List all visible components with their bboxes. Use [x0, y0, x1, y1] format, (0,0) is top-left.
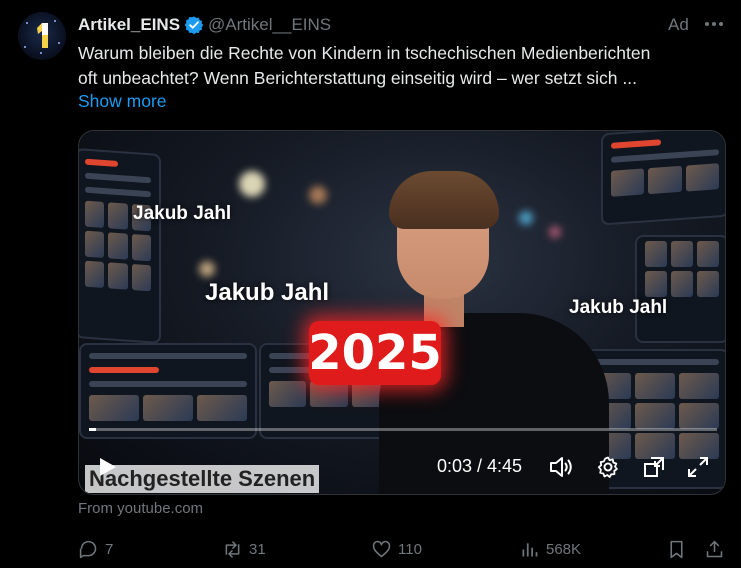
play-button[interactable] — [93, 453, 121, 481]
fullscreen-icon — [688, 457, 708, 477]
bokeh-light — [519, 211, 533, 225]
fullscreen-button[interactable] — [683, 453, 713, 481]
video-time: 0:03 / 4:45 — [437, 456, 523, 476]
verified-badge-icon — [184, 16, 204, 35]
bokeh-light — [239, 171, 265, 197]
tweet-header: Artikel_EINS @Artikel__EINS — [78, 14, 331, 36]
repost-count: 31 — [249, 540, 266, 558]
volume-icon — [550, 457, 572, 477]
views-button[interactable]: 568K — [519, 536, 581, 562]
video-caption-name-2: Jakub Jahl — [205, 279, 330, 306]
play-icon — [100, 458, 116, 476]
year-badge: 2025 — [308, 321, 442, 385]
author-name[interactable]: Artikel_EINS — [78, 15, 180, 35]
link-source[interactable]: From youtube.com — [78, 500, 203, 517]
more-options-icon[interactable] — [703, 13, 725, 35]
video-player[interactable]: Jakub Jahl Jakub Jahl Jakub Jahl 2025 Na… — [78, 130, 726, 495]
bokeh-light — [309, 186, 327, 204]
tweet-text-line-2: oft unbeachtet? Wenn Berichterstattung e… — [78, 68, 637, 88]
ad-label: Ad — [668, 15, 689, 34]
screen-panel-right-top — [601, 131, 725, 226]
tweet-text: Warum bleiben die Rechte von Kindern in … — [78, 41, 728, 91]
analytics-icon — [522, 542, 538, 556]
like-count: 110 — [398, 540, 422, 558]
bookmark-icon — [670, 540, 683, 558]
screen-panel-left-top — [79, 147, 161, 345]
picture-in-picture-icon — [644, 457, 664, 477]
picture-in-picture-button[interactable] — [639, 453, 669, 481]
reply-button[interactable]: 7 — [78, 536, 113, 562]
repost-icon — [225, 540, 240, 558]
screen-panel-right-middle — [635, 235, 725, 343]
artikel-eins-logo-icon — [37, 23, 48, 48]
volume-button[interactable] — [547, 453, 577, 481]
bookmark-button[interactable] — [666, 536, 693, 562]
tweet-actions: 7 31 110 568K — [78, 536, 728, 562]
video-progress-bar[interactable] — [89, 428, 717, 431]
reply-count: 7 — [105, 540, 114, 558]
bokeh-light — [199, 261, 215, 277]
screen-panel-left-bottom — [79, 343, 257, 439]
heart-icon — [372, 540, 391, 557]
bokeh-light — [549, 226, 561, 238]
view-count: 568K — [546, 540, 582, 558]
person-hair — [389, 171, 499, 229]
repost-button[interactable]: 31 — [222, 536, 266, 562]
like-button[interactable]: 110 — [371, 536, 422, 562]
avatar[interactable] — [18, 12, 66, 60]
video-caption-name-1: Jakub Jahl — [133, 203, 232, 224]
share-button[interactable] — [704, 536, 731, 562]
share-icon — [706, 540, 723, 557]
gear-icon — [597, 456, 618, 478]
video-progress-fill — [89, 428, 96, 431]
video-caption-name-3: Jakub Jahl — [569, 297, 668, 318]
reply-icon — [79, 540, 97, 558]
year-badge-text: 2025 — [308, 325, 442, 381]
settings-button[interactable] — [593, 453, 623, 481]
tweet-text-line-1: Warum bleiben die Rechte von Kindern in … — [78, 43, 651, 63]
show-more-link[interactable]: Show more — [78, 91, 167, 112]
author-handle[interactable]: @Artikel__EINS — [208, 15, 331, 35]
